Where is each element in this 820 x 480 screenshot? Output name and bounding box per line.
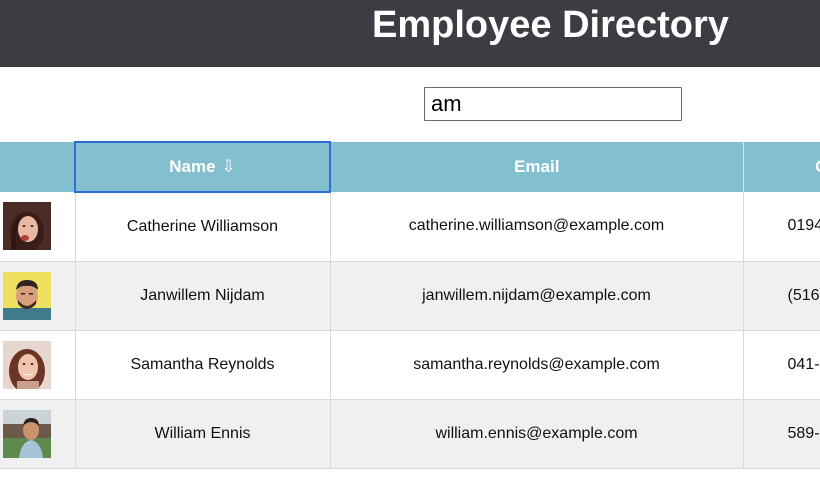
employee-phone: (516) <box>742 261 820 330</box>
page-title: Employee Directory <box>372 4 729 46</box>
avatar-photo-woman-smiling-icon <box>3 340 51 389</box>
avatar-photo-woman-dark-hair-icon <box>3 202 51 251</box>
page-header: Employee Directory <box>0 0 820 67</box>
employee-phone: 589- <box>742 399 820 468</box>
employee-name: Janwillem Nijdam <box>74 261 330 330</box>
column-header-phone[interactable]: O <box>742 142 820 192</box>
avatar-photo-man-yellow-background-icon <box>3 271 51 320</box>
column-header-name-label: Name <box>169 157 216 176</box>
avatar-photo-man-outdoors-icon <box>3 409 51 458</box>
employee-directory-page: Employee Directory Name ⇩ Email O <box>0 0 820 480</box>
employee-name: Catherine Williamson <box>74 192 330 261</box>
column-header-email[interactable]: Email <box>329 142 743 192</box>
employee-email: catherine.williamson@example.com <box>329 192 743 261</box>
avatar-cell <box>0 399 75 468</box>
table-row: William Ennis william.ennis@example.com … <box>0 399 820 468</box>
search-input[interactable] <box>424 87 682 121</box>
column-header-image <box>0 142 75 192</box>
avatar-cell <box>0 192 75 261</box>
table-row: Janwillem Nijdam janwillem.nijdam@exampl… <box>0 261 820 330</box>
avatar-cell <box>0 261 75 330</box>
employee-phone: 041- <box>742 330 820 399</box>
employee-name: Samantha Reynolds <box>74 330 330 399</box>
column-header-name-sort-button[interactable]: Name ⇩ <box>74 141 331 193</box>
employee-email: william.ennis@example.com <box>329 399 743 468</box>
table-row: Samantha Reynolds samantha.reynolds@exam… <box>0 330 820 399</box>
avatar-cell <box>0 330 75 399</box>
employee-email: janwillem.nijdam@example.com <box>329 261 743 330</box>
employee-table: Name ⇩ Email O <box>0 141 820 469</box>
employee-email: samantha.reynolds@example.com <box>329 330 743 399</box>
table-row: Catherine Williamson catherine.williamso… <box>0 192 820 261</box>
sort-descending-icon: ⇩ <box>221 157 236 176</box>
employee-phone: 0194 <box>742 192 820 261</box>
employee-name: William Ennis <box>74 399 330 468</box>
employee-table-container: Name ⇩ Email O <box>0 141 820 480</box>
table-header-row: Name ⇩ Email O <box>0 141 820 193</box>
